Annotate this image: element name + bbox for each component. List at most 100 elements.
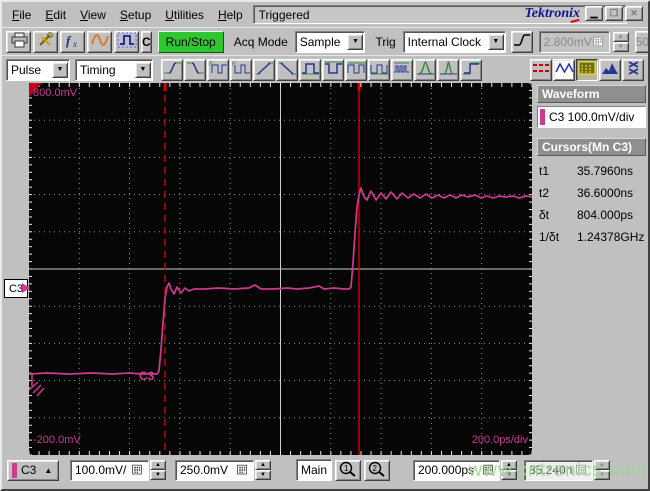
trig-level-spin-up-icon[interactable]: ▲ [612, 31, 629, 42]
hbars-cursor-button[interactable] [530, 58, 552, 81]
tools-button[interactable] [33, 30, 58, 53]
keypad-icon[interactable] [482, 462, 498, 478]
vertical-offset-spinner: ▲ ▼ [255, 460, 271, 480]
step-button[interactable] [460, 58, 482, 81]
waveform-button[interactable] [87, 30, 112, 53]
spin-down-icon: ▼ [594, 470, 610, 480]
spin-up-icon[interactable]: ▲ [255, 460, 271, 470]
vertical-offset-field[interactable]: 250.0mV [175, 459, 254, 481]
menu-file[interactable]: File [5, 5, 38, 25]
graticule[interactable]: 800.0mV -200.0mV 200.0ps/div C3 [28, 82, 533, 456]
function-button[interactable]: fx [60, 30, 85, 53]
menu-utilities[interactable]: Utilities [158, 5, 211, 25]
channel-color-swatch [540, 109, 545, 125]
readout-t1: t1 35.7960ns [539, 160, 646, 182]
keypad-icon[interactable] [236, 462, 252, 478]
waveform-database-button[interactable] [622, 58, 644, 81]
pos-slope-button[interactable] [253, 58, 275, 81]
acq-mode-label: Acq Mode [233, 34, 288, 49]
keypad-icon[interactable] [131, 462, 147, 478]
pos-width-f-icon: F [208, 60, 228, 79]
readout-value: 804.000ps [577, 208, 634, 222]
pos-width-f-button[interactable]: F [207, 58, 229, 81]
readout-label: t2 [539, 186, 550, 200]
fall-time-button[interactable] [184, 58, 206, 81]
timebase-view-button[interactable]: Main [296, 459, 332, 481]
svg-text:x: x [72, 39, 77, 48]
menu-setup[interactable]: Setup [113, 5, 158, 25]
zoom-2-button[interactable]: 2 [364, 459, 390, 481]
screen-grid-button[interactable] [576, 58, 598, 81]
neg-duty-button[interactable] [368, 58, 390, 81]
vertical-offset-value: 250.0mV [180, 463, 229, 477]
trig-slope-button[interactable] [510, 30, 533, 53]
neg-slope-button[interactable] [276, 58, 298, 81]
menu-edit[interactable]: Edit [38, 5, 73, 25]
horizontal-scale-field[interactable]: 200.000ps [413, 459, 500, 481]
pos-pulse-icon [300, 60, 320, 79]
c-mode-button[interactable]: C [141, 30, 152, 53]
minimize-button[interactable]: ▁ [585, 6, 603, 21]
close-button[interactable]: ✕ [625, 6, 643, 21]
set-50-percent-button[interactable]: 50% [634, 30, 648, 53]
magnifier-1-icon: 1 [338, 461, 358, 480]
trig-source-value: Internal Clock [407, 34, 482, 49]
waveform-list-item[interactable]: C3 100.0mV/div [537, 106, 646, 128]
spin-up-icon[interactable]: ▲ [501, 460, 517, 470]
menu-view[interactable]: View [73, 5, 113, 25]
readout-label: t1 [539, 164, 550, 178]
burst-button[interactable] [391, 58, 413, 81]
readout-value: 35.7960ns [577, 164, 634, 178]
channel-select-button[interactable]: C3 ▲ [7, 459, 59, 481]
left-gutter: C3 [2, 83, 30, 455]
spin-up-icon[interactable]: ▲ [150, 460, 166, 470]
flyout-arrow-icon: ▲ [44, 465, 53, 475]
meas-category-select[interactable]: Pulse ▼ [6, 58, 70, 81]
vertical-scale-field[interactable]: 100.0mV/ [70, 459, 149, 481]
graticule-svg[interactable]: 800.0mV -200.0mV 200.0ps/div C3 [28, 82, 533, 456]
spin-down-icon[interactable]: ▼ [501, 470, 517, 480]
pos-slope-icon [254, 60, 274, 79]
meas-subcategory-select[interactable]: Timing ▼ [75, 58, 153, 81]
keypad-icon[interactable] [592, 34, 608, 50]
vertical-scale-spinner: ▲ ▼ [150, 460, 166, 480]
histogram-button[interactable] [599, 58, 621, 81]
trig-source-select[interactable]: Internal Clock ▼ [402, 30, 506, 53]
acq-mode-select[interactable]: Sample ▼ [294, 30, 366, 53]
channel-position-marker[interactable]: C3 [4, 279, 30, 298]
pulse-select-button[interactable] [114, 30, 139, 53]
pos-pulse-button[interactable] [299, 58, 321, 81]
pos-peak-icon [415, 60, 435, 79]
menu-help[interactable]: Help [211, 5, 250, 25]
horizontal-scale-group: 200.000ps ▲ ▼ [413, 459, 517, 481]
restore-button[interactable]: ❐ [605, 6, 623, 21]
pos-peak-button[interactable] [414, 58, 436, 81]
readout-label: 1/δt [539, 230, 560, 244]
trig-level-spin-down-icon[interactable]: ▼ [612, 41, 629, 52]
waveform-database-icon [623, 60, 643, 79]
rise-time-button[interactable] [161, 58, 183, 81]
vbars-cursor-icon [554, 60, 574, 79]
printer-button[interactable] [6, 30, 31, 53]
meas-category-value: Pulse [11, 62, 42, 77]
gaussian-button[interactable] [437, 58, 459, 81]
spin-down-icon[interactable]: ▼ [150, 470, 166, 480]
neg-pulse-button[interactable] [322, 58, 344, 81]
acq-mode-dropdown-arrow-icon[interactable]: ▼ [347, 33, 364, 50]
zoom-1-button[interactable]: 1 [335, 459, 361, 481]
neg-width-f-button[interactable]: F [230, 58, 252, 81]
trig-source-dropdown-arrow-icon[interactable]: ▼ [488, 33, 504, 50]
horizontal-position-field[interactable]: 35.240n [524, 459, 593, 481]
vbars-cursor-button[interactable] [553, 58, 575, 81]
run-stop-button[interactable]: Run/Stop [157, 30, 224, 53]
meas-category-dropdown-arrow-icon[interactable]: ▼ [52, 61, 68, 78]
spin-down-icon[interactable]: ▼ [255, 470, 271, 480]
rising-edge-icon [512, 32, 532, 51]
meas-subcategory-dropdown-arrow-icon[interactable]: ▼ [135, 61, 151, 78]
pos-duty-button[interactable] [345, 58, 367, 81]
display-toolbar [530, 58, 644, 81]
trig-level-field[interactable]: 2.800mV [538, 30, 610, 53]
fall-time-icon [185, 60, 205, 79]
neg-pulse-icon [323, 60, 343, 79]
step-icon [461, 60, 481, 79]
